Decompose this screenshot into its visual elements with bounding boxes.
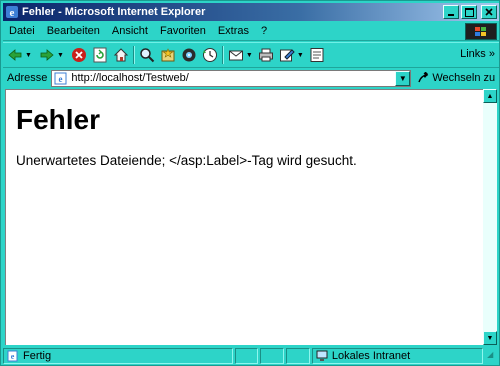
chevron-down-icon: ▼ [486, 334, 494, 342]
minimize-button[interactable] [443, 5, 459, 19]
windows-flag-icon [475, 26, 486, 36]
go-button[interactable]: Wechseln zu [417, 72, 495, 84]
close-icon [485, 8, 493, 16]
toolbar-separator [132, 46, 135, 64]
menu-datei[interactable]: Datei [3, 25, 41, 37]
error-message: Unerwartetes Dateiende; </asp:Label>-Tag… [16, 153, 357, 168]
resize-grip-icon[interactable]: ◢ [487, 350, 499, 362]
address-dropdown-button[interactable]: ▼ [395, 70, 411, 86]
windows-logo [465, 23, 497, 40]
menu-favoriten[interactable]: Favoriten [154, 25, 212, 37]
title-bar[interactable]: e Fehler - Microsoft Internet Explorer [3, 3, 499, 21]
edit-button[interactable]: ▼ [279, 45, 304, 65]
forward-dropdown-icon[interactable]: ▼ [57, 52, 64, 59]
print-button[interactable] [258, 45, 274, 65]
maximize-icon [464, 7, 474, 17]
browser-window: e Fehler - Microsoft Internet Explorer D… [0, 0, 500, 366]
toolbar-separator [221, 46, 224, 64]
print-icon [258, 48, 273, 62]
stop-icon [71, 48, 86, 62]
search-button[interactable] [139, 45, 155, 65]
standard-toolbar: ▼ ▼ ▼ ▼ Links » [3, 42, 499, 68]
menu-bar: Datei Bearbeiten Ansicht Favoriten Extra… [3, 22, 499, 41]
address-field[interactable]: e http://localhost/Testweb/ ▼ [51, 69, 412, 87]
page-content: Fehler Unerwartetes Dateiende; </asp:Lab… [5, 89, 483, 345]
intranet-icon [316, 350, 328, 361]
go-arrow-icon [418, 72, 429, 83]
svg-text:e: e [11, 352, 15, 361]
back-dropdown-icon[interactable]: ▼ [25, 52, 32, 59]
refresh-icon [93, 47, 107, 63]
menu-extras[interactable]: Extras [212, 25, 255, 37]
address-label: Adresse [7, 72, 48, 84]
maximize-button[interactable] [461, 5, 477, 19]
security-zone-text: Lokales Intranet [331, 349, 411, 362]
back-icon [8, 49, 22, 61]
history-icon [202, 48, 217, 62]
page-done-icon: e [7, 350, 18, 361]
discuss-icon [310, 48, 324, 62]
svg-text:e: e [59, 74, 63, 84]
security-zone-panel[interactable]: Lokales Intranet [311, 347, 484, 364]
mail-button[interactable]: ▼ [228, 45, 253, 65]
links-label: Links [460, 48, 486, 60]
home-icon [113, 48, 129, 62]
edit-dropdown-icon[interactable]: ▼ [297, 52, 304, 59]
mail-dropdown-icon[interactable]: ▼ [246, 52, 253, 59]
forward-button[interactable]: ▼ [39, 45, 64, 65]
go-label: Wechseln zu [432, 72, 496, 84]
menu-bearbeiten[interactable]: Bearbeiten [41, 25, 106, 37]
chevron-up-icon: ▲ [486, 92, 494, 100]
favorites-button[interactable] [160, 45, 176, 65]
media-icon [182, 48, 196, 62]
links-chevron-icon: » [488, 48, 495, 60]
page-heading: Fehler [16, 104, 101, 135]
stop-button[interactable] [71, 45, 87, 65]
status-text: Fertig [23, 349, 52, 362]
close-button[interactable] [481, 5, 497, 19]
search-icon [140, 48, 155, 63]
scroll-up-button[interactable]: ▲ [483, 89, 497, 103]
address-value[interactable]: http://localhost/Testweb/ [71, 72, 395, 84]
discuss-button[interactable] [309, 45, 325, 65]
scroll-down-button[interactable]: ▼ [483, 331, 497, 345]
media-button[interactable] [181, 45, 197, 65]
forward-icon [40, 49, 54, 61]
address-bar: Adresse e http://localhost/Testweb/ ▼ We… [3, 68, 499, 88]
menu-ansicht[interactable]: Ansicht [106, 25, 154, 37]
ie-icon: e [6, 6, 18, 19]
status-bar: e Fertig Lokales Intranet ◢ [3, 346, 499, 365]
history-button[interactable] [202, 45, 218, 65]
vertical-scrollbar[interactable]: ▲ ▼ [483, 89, 497, 345]
favorites-icon [161, 48, 175, 62]
chevron-down-icon: ▼ [398, 73, 407, 83]
page-icon: e [54, 72, 67, 84]
back-button[interactable]: ▼ [7, 45, 32, 65]
svg-text:e: e [10, 7, 15, 19]
home-button[interactable] [113, 45, 129, 65]
links-toolbar[interactable]: Links » [460, 48, 495, 60]
status-panel-empty [234, 347, 259, 364]
edit-icon [279, 49, 295, 62]
status-panel-empty [260, 347, 285, 364]
menu-help[interactable]: ? [255, 25, 273, 37]
status-panel: e Fertig [3, 347, 233, 364]
mail-icon [228, 50, 243, 61]
status-panel-empty [286, 347, 310, 364]
refresh-button[interactable] [92, 45, 108, 65]
window-title: Fehler - Microsoft Internet Explorer [22, 6, 206, 18]
minimize-icon [448, 14, 454, 16]
